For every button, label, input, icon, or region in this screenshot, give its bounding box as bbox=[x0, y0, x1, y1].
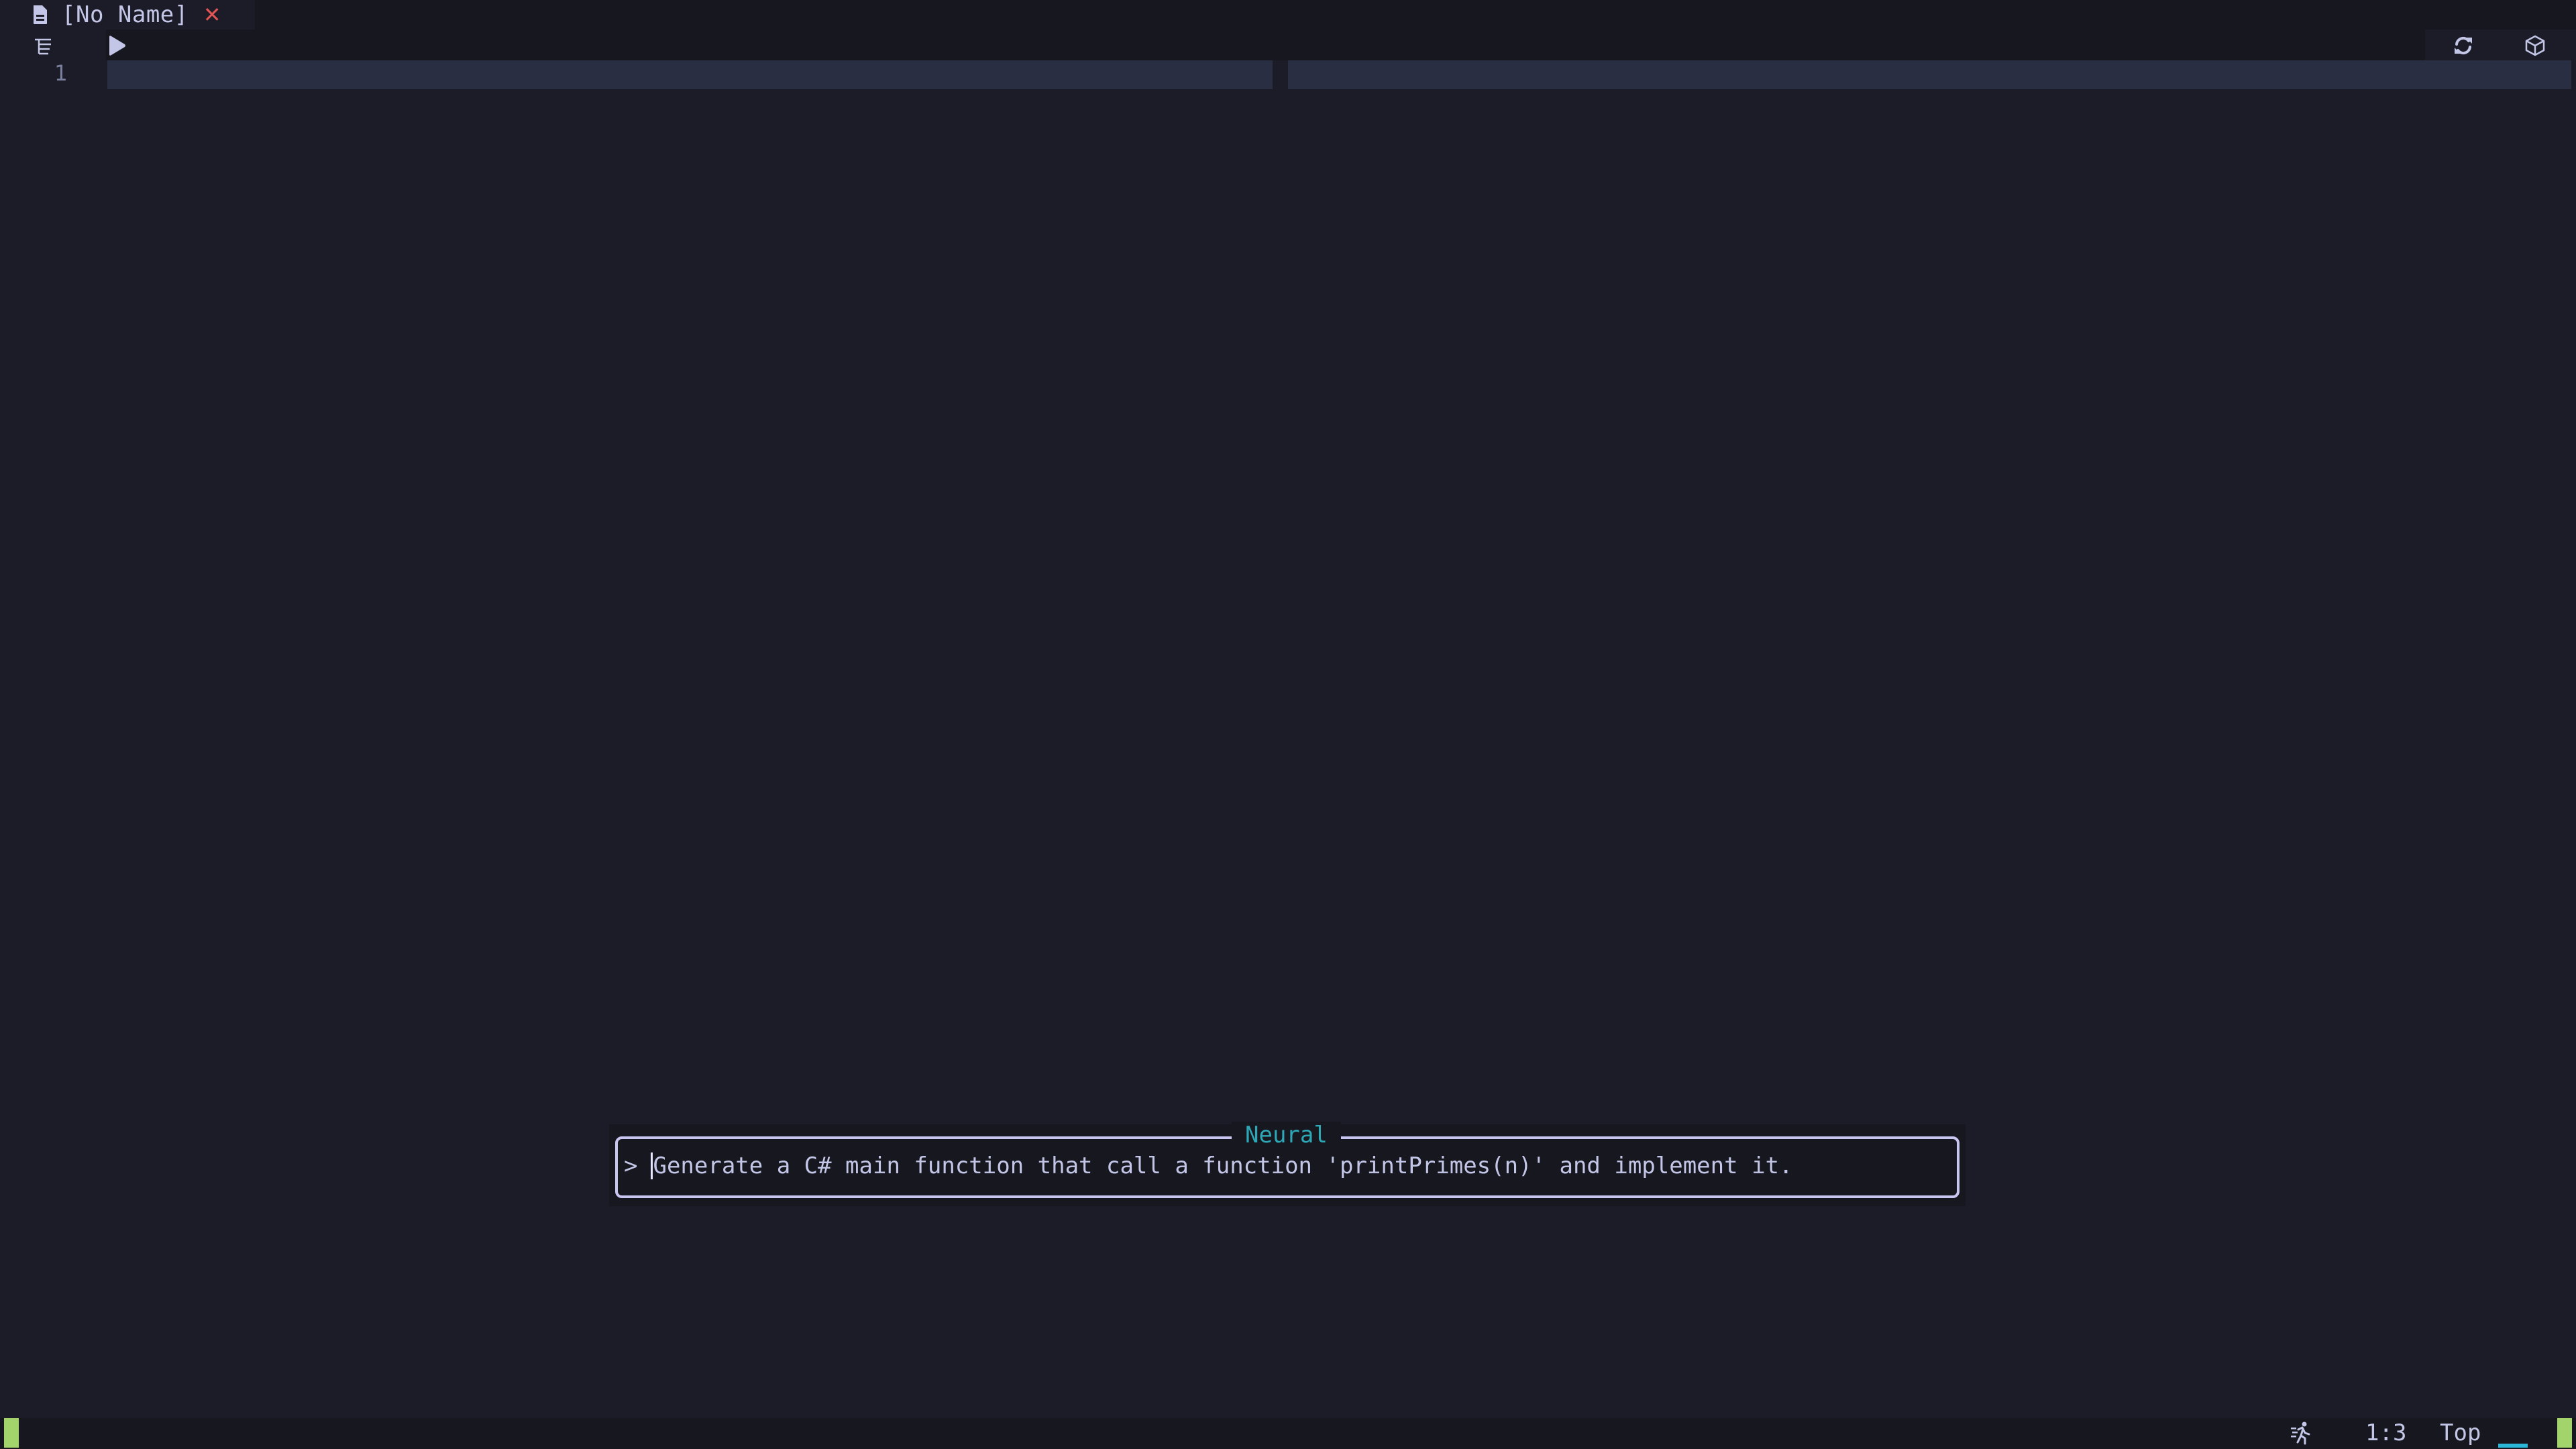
scroll-position: Top bbox=[2440, 1419, 2481, 1446]
mode-indicator-right bbox=[2557, 1418, 2572, 1448]
prompt-input[interactable] bbox=[653, 1152, 1955, 1179]
winbar bbox=[106, 30, 2425, 60]
mode-indicator-left bbox=[4, 1418, 19, 1448]
cursorline-left[interactable] bbox=[107, 60, 1273, 89]
file-icon bbox=[34, 5, 47, 24]
statusbar bbox=[0, 1418, 2576, 1449]
prompt-row: > bbox=[624, 1151, 1955, 1181]
run-icon[interactable] bbox=[107, 35, 126, 56]
scroll-progress-bar bbox=[2498, 1444, 2528, 1448]
close-icon[interactable]: ✕ bbox=[203, 2, 221, 28]
gutter bbox=[0, 30, 106, 1418]
winbar-right-section bbox=[2425, 30, 2576, 60]
tabline bbox=[0, 0, 2576, 30]
tab-title: [No Name] bbox=[62, 1, 189, 28]
cursorline-right[interactable] bbox=[1288, 60, 2571, 89]
refresh-icon[interactable] bbox=[2453, 35, 2474, 56]
running-person-icon bbox=[2291, 1421, 2310, 1445]
line-number: 1 bbox=[54, 60, 67, 86]
prompt-symbol: > bbox=[624, 1152, 638, 1179]
outline-icon[interactable] bbox=[34, 38, 52, 55]
popup-title: Neural bbox=[1232, 1122, 1341, 1148]
package-icon[interactable] bbox=[2525, 35, 2545, 56]
tab-no-name[interactable]: [No Name] ✕ bbox=[0, 0, 255, 30]
cursor-position: 1:3 bbox=[2365, 1419, 2407, 1446]
